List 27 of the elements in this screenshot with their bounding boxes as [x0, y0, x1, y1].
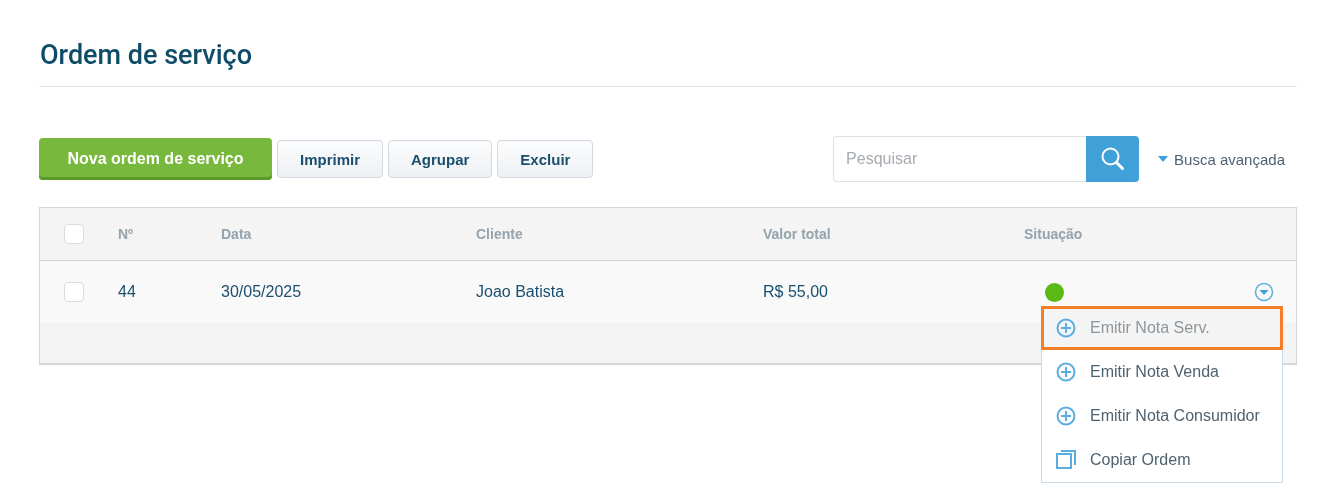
copy-icon	[1056, 450, 1076, 470]
page-title: Ordem de serviço	[39, 0, 1297, 87]
select-all-checkbox[interactable]	[64, 224, 84, 244]
column-header: Nº	[118, 226, 135, 242]
table-cell-text: 30/05/2025	[221, 283, 303, 301]
menu-item[interactable]: Emitir Nota Consumidor	[1041, 394, 1283, 438]
search-field[interactable]: Pesquisar	[833, 136, 1087, 182]
table-cell-text: Joao Batista	[476, 283, 566, 301]
toolbar-button[interactable]: Excluir	[497, 140, 594, 178]
menu-item[interactable]: Emitir Nota Venda	[1041, 350, 1283, 394]
caret-icon	[1158, 156, 1169, 162]
column-header: Situação	[1024, 226, 1084, 242]
toolbar-button[interactable]: Agrupar	[388, 140, 493, 178]
column-header: Valor total	[763, 226, 832, 242]
plus-circle-icon	[1056, 318, 1076, 338]
search-icon	[1099, 146, 1126, 172]
column-header: Cliente	[476, 226, 524, 242]
dropdown-caret-icon[interactable]	[1254, 282, 1274, 302]
row-checkbox[interactable]	[64, 282, 84, 302]
plus-circle-icon	[1056, 362, 1076, 382]
plus-circle-icon	[1056, 406, 1076, 426]
toolbar-button[interactable]: Imprimir	[277, 140, 383, 178]
column-header: Data	[221, 226, 253, 242]
search-button[interactable]	[1086, 136, 1140, 182]
table-cell-text: R$ 55,00	[763, 283, 829, 301]
menu-item[interactable]: Copiar Ordem	[1041, 438, 1283, 482]
table-cell-text: 44	[118, 283, 137, 301]
